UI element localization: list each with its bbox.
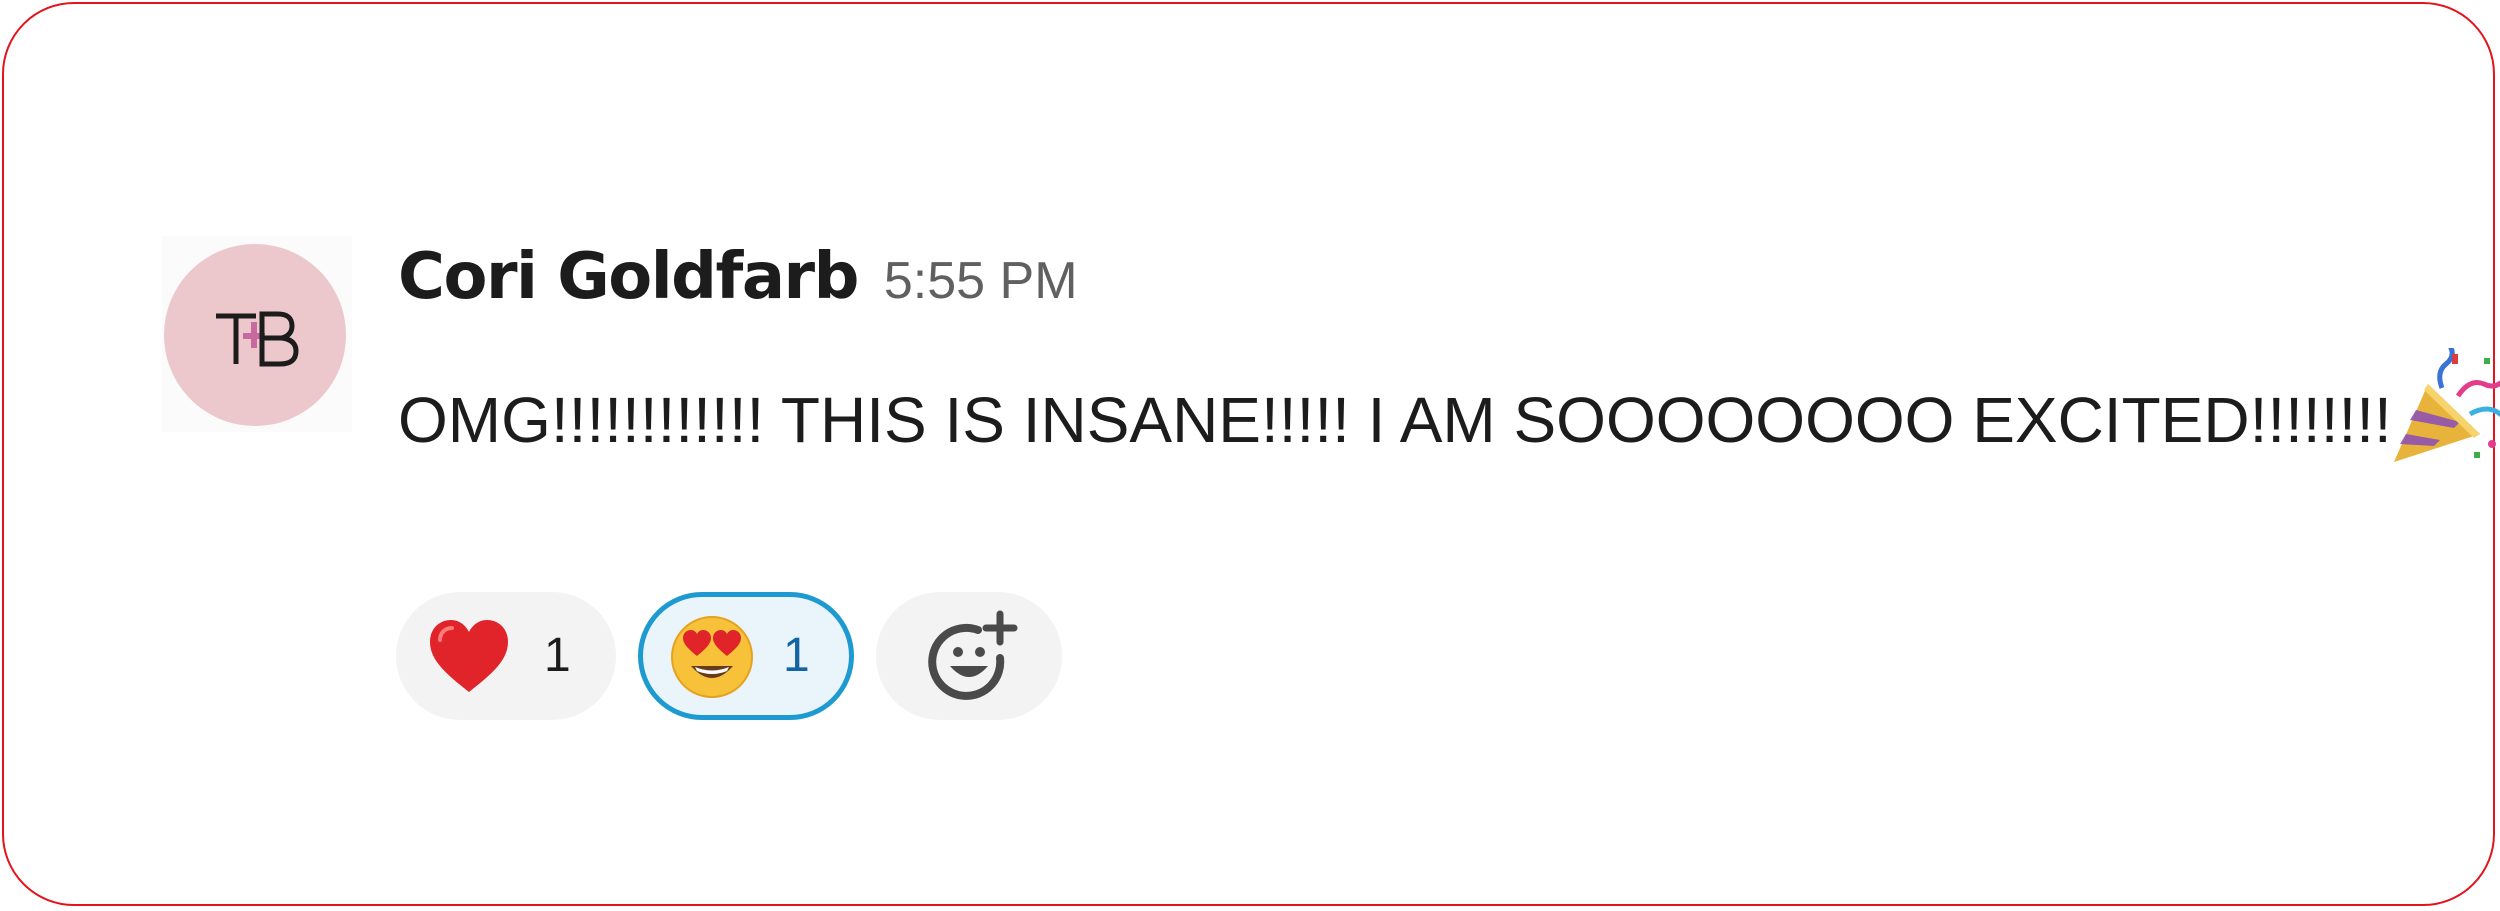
message-body: OMG!!!!!!!!!!!! THIS IS INSANE!!!!! I AM… (398, 348, 2500, 482)
heart-eyes-face-icon (671, 616, 753, 698)
message-card: Cori Goldfarb 5:55 PM OMG!!!!!!!!!!!! THI… (2, 2, 2500, 906)
message: Cori Goldfarb 5:55 PM OMG!!!!!!!!!!!! THI… (162, 236, 2500, 736)
message-text: OMG!!!!!!!!!!!! THIS IS INSANE!!!!! I AM… (398, 384, 2392, 456)
reaction-heart-eyes[interactable]: 1 (638, 592, 854, 720)
reaction-count: 1 (783, 629, 810, 682)
avatar[interactable] (162, 236, 352, 432)
reaction-count: 1 (544, 629, 571, 682)
avatar-circle (164, 244, 346, 426)
party-popper-icon (2393, 348, 2500, 462)
add-reaction-button[interactable] (876, 592, 1062, 720)
reaction-heart[interactable]: 1 (396, 592, 616, 720)
red-heart-icon (430, 620, 508, 692)
avatar-logo-icon (216, 311, 299, 367)
message-header: Cori Goldfarb 5:55 PM (398, 240, 1078, 330)
author-name[interactable]: Cori Goldfarb (398, 240, 859, 314)
timestamp[interactable]: 5:55 PM (884, 252, 1078, 310)
add-reaction-icon (928, 610, 1018, 700)
